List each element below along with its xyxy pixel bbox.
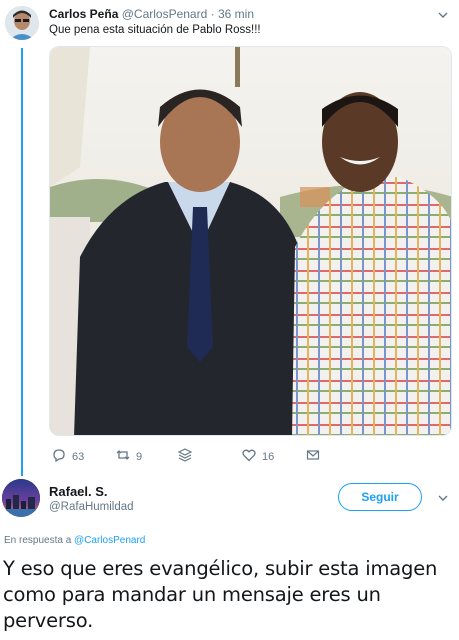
avatar[interactable] bbox=[2, 479, 40, 517]
reply-action[interactable]: 63 bbox=[52, 448, 84, 465]
separator-dot: · bbox=[210, 7, 215, 21]
tweet-actions: 63 9 16 bbox=[52, 448, 412, 464]
thread-line bbox=[21, 48, 23, 476]
retweet-action[interactable]: 9 bbox=[116, 448, 142, 465]
tweet-photo[interactable] bbox=[49, 46, 452, 436]
stack-icon bbox=[177, 448, 193, 465]
reply-prefix: En respuesta a bbox=[4, 535, 72, 546]
reply-context: En respuesta a @CarlosPenard bbox=[4, 535, 145, 546]
heart-icon bbox=[242, 448, 256, 465]
mail-icon bbox=[306, 448, 320, 465]
follow-button[interactable]: Seguir bbox=[338, 483, 422, 511]
reply-count: 63 bbox=[72, 450, 85, 463]
tweet-text: Y eso que eres evangélico, subir esta im… bbox=[3, 557, 438, 632]
reply-to-link[interactable]: @CarlosPenard bbox=[74, 535, 145, 546]
like-action[interactable]: 16 bbox=[242, 448, 274, 465]
author-name[interactable]: Rafael. S. bbox=[49, 484, 108, 499]
like-count: 16 bbox=[262, 450, 275, 463]
retweet-count: 9 bbox=[136, 450, 143, 463]
avatar[interactable] bbox=[5, 6, 39, 40]
tweet-text: Que pena esta situación de Pablo Ross!!! bbox=[49, 24, 261, 36]
chevron-down-icon[interactable] bbox=[437, 491, 449, 503]
retweet-icon bbox=[116, 448, 130, 465]
chevron-down-icon[interactable] bbox=[437, 8, 449, 20]
tweet-header: Carlos Peña @CarlosPenard · 36 min bbox=[49, 7, 254, 21]
stack-action[interactable] bbox=[177, 448, 193, 465]
timestamp[interactable]: 36 min bbox=[218, 7, 254, 21]
reply-icon bbox=[52, 448, 66, 465]
author-handle[interactable]: @CarlosPenard bbox=[122, 7, 208, 21]
message-action[interactable] bbox=[306, 448, 320, 465]
author-name[interactable]: Carlos Peña bbox=[49, 7, 118, 21]
author-handle[interactable]: @RafaHumildad bbox=[49, 501, 134, 513]
